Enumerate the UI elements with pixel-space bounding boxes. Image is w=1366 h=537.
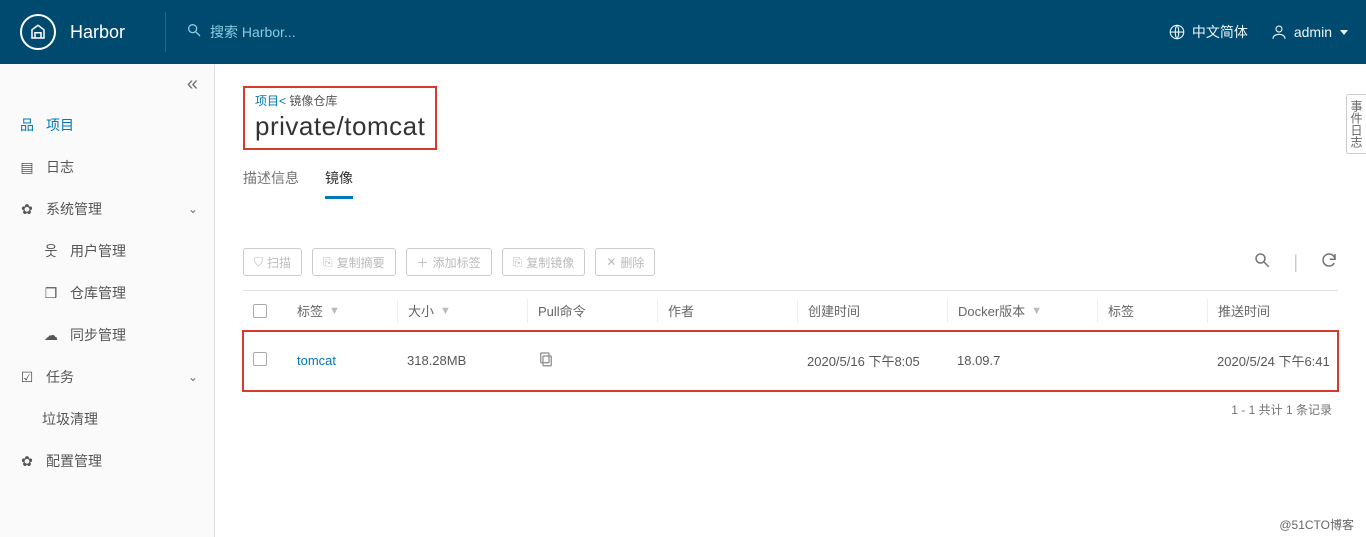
cube-icon: ❒ xyxy=(42,285,60,302)
breadcrumb: 项目< 镜像仓库 xyxy=(255,92,425,109)
table-row[interactable]: tomcat 318.28MB 2020/5/16 下午8:05 18.09.7… xyxy=(243,331,1338,391)
chevron-down-icon: ⌄ xyxy=(188,370,198,384)
sidebar-item-projects[interactable]: 品 项目 xyxy=(0,104,214,146)
brand-name: Harbor xyxy=(70,22,125,43)
sidebar-item-users[interactable]: 웃 用户管理 xyxy=(0,230,214,272)
gear-icon: ✿ xyxy=(18,201,36,218)
search-input[interactable] xyxy=(210,24,410,40)
page-title: private/tomcat xyxy=(255,111,425,142)
table-header: 标签▼ 大小▼ Pull命令 作者 创建时间 Docker版本▼ 标签 推送时间… xyxy=(243,291,1338,331)
shield-icon: ⛉ xyxy=(254,255,263,270)
sidebar-item-label: 配置管理 xyxy=(46,451,102,471)
copy-icon: ⎘ xyxy=(513,255,523,270)
copy-icon[interactable] xyxy=(537,350,555,368)
globe-icon xyxy=(1168,23,1186,41)
copy-icon: ⎘ xyxy=(323,255,333,270)
tabs: 描述信息 镜像 xyxy=(243,168,1338,200)
copy-digest-button[interactable]: ⎘复制摘要 xyxy=(312,248,396,276)
toolbar: ⛉扫描 ⎘复制摘要 ＋添加标签 ⎘复制镜像 ✕删除 | xyxy=(243,248,1338,276)
cloud-icon: ☁ xyxy=(42,327,60,344)
col-labels: 标签 xyxy=(1097,299,1207,323)
cell-pull[interactable] xyxy=(527,350,657,371)
language-selector[interactable]: 中文简体 xyxy=(1168,22,1248,42)
user-icon xyxy=(1270,23,1288,41)
sidebar-item-label: 仓库管理 xyxy=(70,283,126,303)
breadcrumb-sep: < xyxy=(279,94,286,108)
cell-size: 318.28MB xyxy=(397,353,527,368)
filter-icon[interactable]: ▼ xyxy=(329,305,340,317)
language-label: 中文简体 xyxy=(1192,22,1248,42)
col-docker[interactable]: Docker版本▼ xyxy=(947,299,1097,323)
select-all-checkbox[interactable] xyxy=(253,304,267,318)
sidebar-item-sync[interactable]: ☁ 同步管理 xyxy=(0,314,214,356)
sidebar-item-label: 项目 xyxy=(46,115,74,135)
chevron-down-icon xyxy=(1340,30,1348,35)
header-divider xyxy=(165,12,166,52)
tasks-icon: ☑ xyxy=(18,369,36,386)
images-table: 标签▼ 大小▼ Pull命令 作者 创建时间 Docker版本▼ 标签 推送时间… xyxy=(243,290,1338,428)
cell-created: 2020/5/16 下午8:05 xyxy=(797,351,947,370)
refresh-icon[interactable] xyxy=(1320,251,1338,274)
sidebar-item-repos[interactable]: ❒ 仓库管理 xyxy=(0,272,214,314)
projects-icon: 品 xyxy=(18,115,36,135)
collapse-sidebar-button[interactable]: « xyxy=(0,64,214,104)
main-content: 项目< 镜像仓库 private/tomcat 描述信息 镜像 ⛉扫描 ⎘复制摘… xyxy=(215,64,1366,537)
filter-icon[interactable]: ▼ xyxy=(440,305,451,317)
event-log-tab[interactable]: 事件日志 xyxy=(1346,94,1366,154)
chevron-down-icon: ⌄ xyxy=(188,202,198,216)
col-push: 推送时间 xyxy=(1207,299,1366,323)
sidebar-group-sysmgmt[interactable]: ✿ 系统管理 ⌄ xyxy=(0,188,214,230)
filter-icon[interactable]: ▼ xyxy=(1031,305,1042,317)
sidebar-group-tasks[interactable]: ☑ 任务 ⌄ xyxy=(0,356,214,398)
copy-image-button[interactable]: ⎘复制镜像 xyxy=(502,248,586,276)
sidebar-item-logs[interactable]: ▤ 日志 xyxy=(0,146,214,188)
sidebar-item-label: 任务 xyxy=(46,367,74,387)
tab-images[interactable]: 镜像 xyxy=(325,168,353,199)
search-area xyxy=(176,22,1168,43)
breadcrumb-projects[interactable]: 项目 xyxy=(255,94,279,108)
col-size[interactable]: 大小▼ xyxy=(397,299,527,323)
header-right: 中文简体 admin xyxy=(1168,22,1366,42)
sidebar-item-label: 用户管理 xyxy=(70,241,126,261)
cell-push: 2020/5/24 下午6:41 xyxy=(1207,351,1366,370)
breadcrumb-current: 镜像仓库 xyxy=(289,94,337,108)
watermark: @51CTO博客 xyxy=(1279,516,1354,533)
logs-icon: ▤ xyxy=(18,159,36,176)
col-tag[interactable]: 标签▼ xyxy=(287,299,397,323)
add-tag-button[interactable]: ＋添加标签 xyxy=(406,248,492,276)
sidebar-item-label: 系统管理 xyxy=(46,199,102,219)
cell-docker: 18.09.7 xyxy=(947,353,1097,368)
cell-tag[interactable]: tomcat xyxy=(287,353,397,368)
tab-description[interactable]: 描述信息 xyxy=(243,168,299,199)
scan-button[interactable]: ⛉扫描 xyxy=(243,248,302,276)
plus-icon: ＋ xyxy=(417,254,429,271)
sidebar-item-config[interactable]: ✿ 配置管理 xyxy=(0,440,214,482)
harbor-logo-icon xyxy=(20,14,56,50)
cog-icon: ✿ xyxy=(18,453,36,470)
col-author: 作者 xyxy=(657,299,797,323)
user-label: admin xyxy=(1294,24,1332,40)
sidebar-item-gc[interactable]: 垃圾清理 xyxy=(0,398,214,440)
col-created: 创建时间 xyxy=(797,299,947,323)
delete-button[interactable]: ✕删除 xyxy=(595,248,655,276)
col-pull: Pull命令 xyxy=(527,299,657,323)
sidebar-item-label: 垃圾清理 xyxy=(42,409,98,429)
close-icon: ✕ xyxy=(606,255,616,269)
sidebar-item-label: 同步管理 xyxy=(70,325,126,345)
sidebar-item-label: 日志 xyxy=(46,157,74,177)
pager: 1 - 1 共计 1 条记录 xyxy=(243,391,1338,428)
row-checkbox[interactable] xyxy=(253,352,267,366)
title-highlight: 项目< 镜像仓库 private/tomcat xyxy=(243,86,437,150)
user-menu[interactable]: admin xyxy=(1270,23,1348,41)
search-icon[interactable] xyxy=(1253,251,1271,274)
users-icon: 웃 xyxy=(42,241,60,261)
search-icon xyxy=(186,22,202,43)
divider: | xyxy=(1293,252,1298,273)
sidebar: « 品 项目 ▤ 日志 ✿ 系统管理 ⌄ 웃 用户管理 ❒ 仓库管理 xyxy=(0,64,215,537)
brand-area[interactable]: Harbor xyxy=(0,0,145,64)
app-header: Harbor 中文简体 admin xyxy=(0,0,1366,64)
